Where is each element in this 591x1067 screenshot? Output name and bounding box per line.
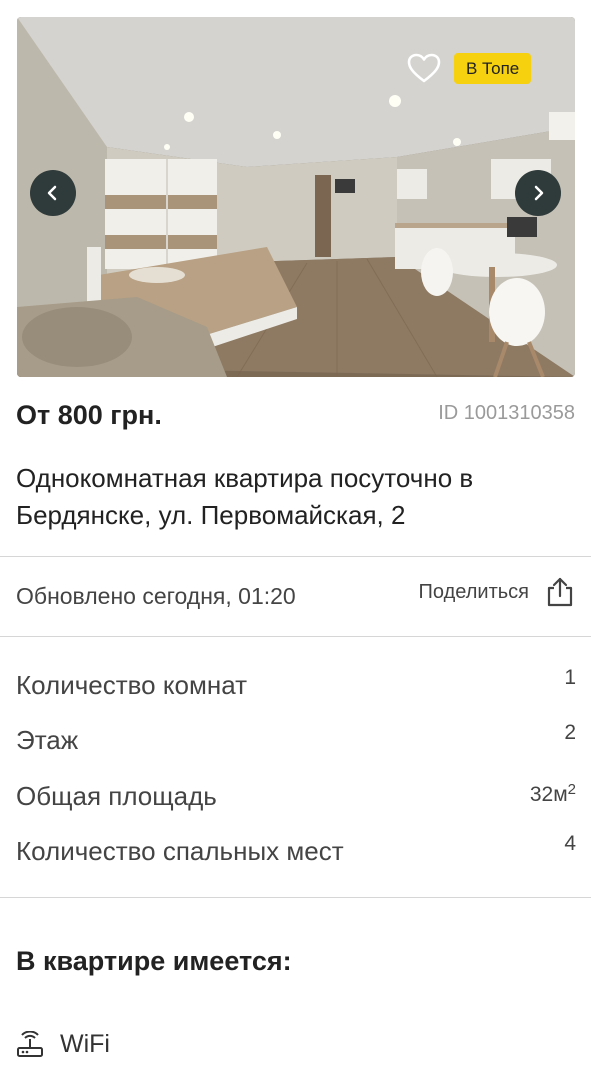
property-value: 32м2 xyxy=(529,781,576,807)
property-label: Этаж xyxy=(16,725,79,755)
favorite-button[interactable] xyxy=(406,52,442,84)
property-rooms: Количество комнат 1 xyxy=(16,666,576,710)
amenity-item: WiFi xyxy=(16,1030,110,1059)
next-photo-button[interactable] xyxy=(515,170,561,216)
chevron-right-icon xyxy=(534,185,544,201)
amenity-label: WiFi xyxy=(60,1030,110,1058)
property-label: Количество спальных мест xyxy=(16,836,344,866)
property-value: 4 xyxy=(564,832,576,855)
listing-id: ID 1001310358 xyxy=(438,402,575,424)
divider xyxy=(0,556,591,557)
property-floor: Этаж 2 xyxy=(16,721,576,765)
property-label: Общая площадь xyxy=(16,781,217,811)
share-label: Поделиться xyxy=(418,580,529,603)
divider xyxy=(0,636,591,637)
listing-photo[interactable]: В Топе xyxy=(17,17,575,377)
wifi-router-icon xyxy=(17,1030,43,1057)
previous-photo-button[interactable] xyxy=(30,170,76,216)
property-sleeping-places: Количество спальных мест 4 xyxy=(16,832,576,876)
property-label: Количество комнат xyxy=(16,670,248,700)
area-value: 32м xyxy=(529,783,568,806)
top-badge: В Топе xyxy=(454,53,532,84)
updated-time: Обновлено сегодня, 01:20 xyxy=(16,583,296,609)
share-button[interactable]: Поделиться xyxy=(419,576,575,608)
property-area: Общая площадь 32м2 xyxy=(16,781,576,821)
chevron-left-icon xyxy=(47,185,57,201)
heart-icon xyxy=(407,53,441,83)
area-unit-superscript: 2 xyxy=(567,781,576,798)
share-icon xyxy=(547,577,573,607)
property-value: 1 xyxy=(564,666,576,689)
divider xyxy=(0,897,591,898)
property-value: 2 xyxy=(564,721,576,744)
amenities-title: В квартире имеется: xyxy=(16,946,292,976)
listing-title: Однокомнатная квартира посуточно в Бердя… xyxy=(16,463,474,530)
price: От 800 грн. xyxy=(16,400,162,430)
